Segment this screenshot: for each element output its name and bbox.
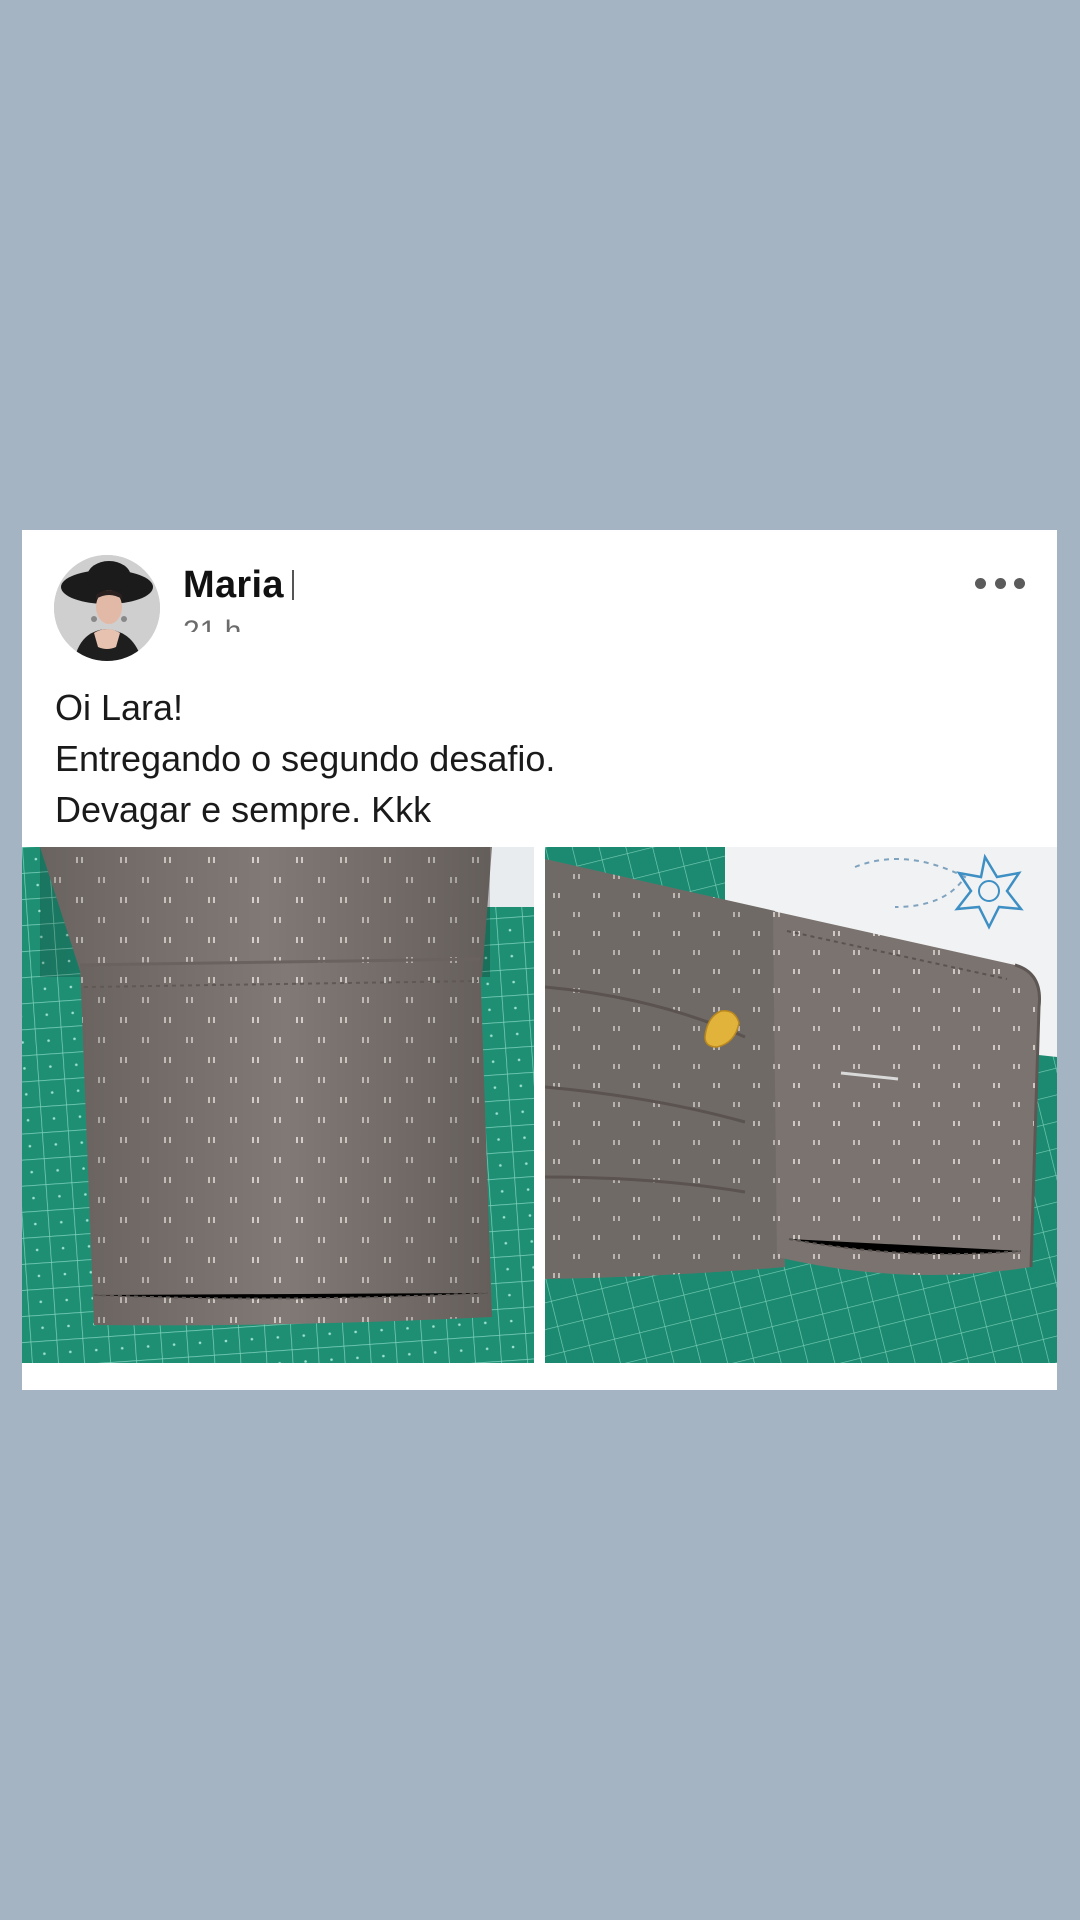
author-name-text[interactable]: Maria xyxy=(183,564,284,606)
post-message-line: Oi Lara! xyxy=(55,687,184,728)
more-horizontal-icon xyxy=(994,577,1006,589)
post-message: Oi Lara! Entregando o segundo desafio. D… xyxy=(55,682,555,835)
post-message-line: Entregando o segundo desafio. xyxy=(55,738,556,779)
post-photo-sleeve-cuff-side[interactable] xyxy=(545,847,1057,1363)
post-card: Maria 21 h Oi Lara! Entregando o segundo… xyxy=(22,530,1057,1390)
post-timestamp[interactable]: 21 h xyxy=(183,618,293,632)
avatar[interactable] xyxy=(54,555,160,661)
sleeve-cuff-side-image xyxy=(545,847,1057,1363)
author-name[interactable]: Maria xyxy=(183,564,294,607)
post-photo-sleeve-cuff-front[interactable] xyxy=(22,847,534,1363)
more-horizontal-icon xyxy=(975,577,986,589)
more-options-button[interactable] xyxy=(975,568,1025,598)
avatar-photo xyxy=(54,555,160,661)
sleeve-cuff-front-image xyxy=(22,847,534,1363)
post-timestamp-text[interactable]: 21 h xyxy=(183,618,241,632)
post-header: Maria 21 h xyxy=(22,530,1057,670)
text-cursor xyxy=(291,570,294,600)
post-message-line: Devagar e sempre. Kkk xyxy=(55,789,432,830)
more-horizontal-icon xyxy=(1014,577,1025,589)
